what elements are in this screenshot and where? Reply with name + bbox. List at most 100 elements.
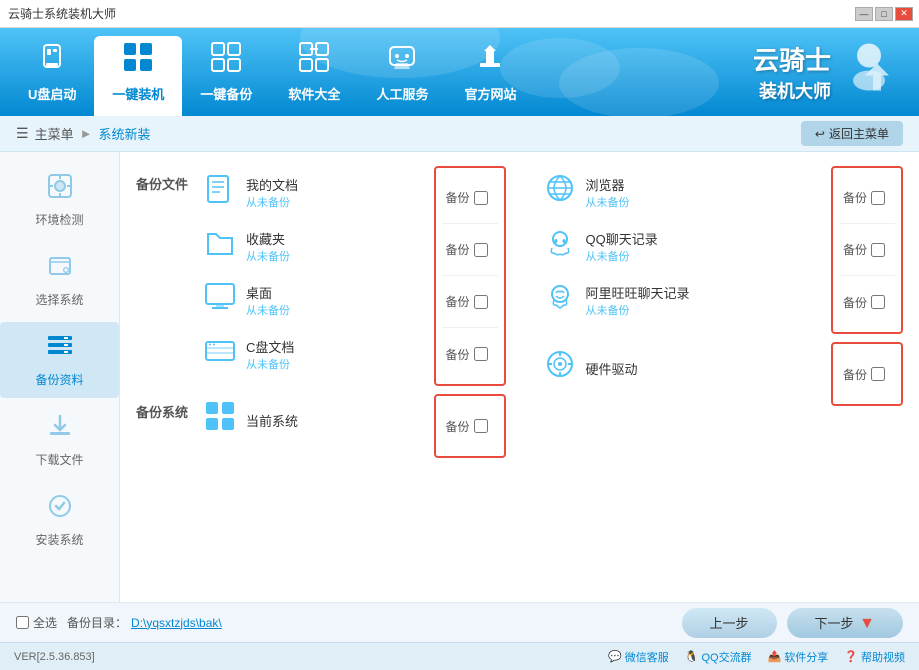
mydocs-icon bbox=[202, 172, 238, 212]
sidebar-item-select[interactable]: 选择系统 bbox=[0, 242, 119, 318]
qq-info: QQ聊天记录 从未备份 bbox=[586, 229, 666, 264]
checkbox-driver[interactable] bbox=[871, 367, 885, 381]
cdocs-name: C盘文档 bbox=[246, 337, 326, 356]
backup-files-label: 备份文件 bbox=[136, 166, 188, 193]
aliww-info: 阿里旺旺聊天记录 从未备份 bbox=[586, 283, 690, 318]
checkbox-aliww[interactable] bbox=[871, 295, 885, 309]
backup-dir-link[interactable]: D:\yqsxtzjds\bak\ bbox=[131, 616, 222, 630]
backup-dir-info: 备份目录： D:\yqsxtzjds\bak\ bbox=[67, 614, 222, 631]
mydocs-status: 从未备份 bbox=[246, 194, 326, 210]
back-icon: ↩ bbox=[815, 127, 825, 141]
nav-item-software[interactable]: 软件大全 bbox=[270, 28, 358, 116]
backup-check-favorites: 备份 bbox=[442, 224, 498, 276]
nav-label-onekey-install: 一键装机 bbox=[112, 84, 164, 103]
help-icon: ❓ bbox=[844, 650, 858, 663]
nav-bar: U盘启动 一键装机 一键备份 bbox=[0, 28, 919, 116]
list-item-desktop: 桌面 从未备份 bbox=[194, 274, 427, 326]
footer-bar: 全选 备份目录： D:\yqsxtzjds\bak\ 上一步 下一步 ▼ bbox=[0, 602, 919, 642]
footer-buttons: 上一步 下一步 ▼ bbox=[682, 608, 904, 638]
checkbox-cdocs[interactable] bbox=[474, 347, 488, 361]
backup-check-mydocs: 备份 bbox=[442, 172, 498, 224]
currentsys-name: 当前系统 bbox=[246, 411, 326, 430]
share-icon: 📤 bbox=[768, 650, 782, 663]
sidebar-item-env[interactable]: 环境检测 bbox=[0, 162, 119, 238]
nav-label-website: 官方网站 bbox=[464, 84, 516, 103]
checkbox-currentsys[interactable] bbox=[474, 419, 488, 433]
backup-check-browser: 备份 bbox=[839, 172, 895, 224]
sidebar-item-install[interactable]: 安装系统 bbox=[0, 482, 119, 558]
website-icon bbox=[474, 41, 506, 78]
prev-button[interactable]: 上一步 bbox=[682, 608, 777, 638]
nav-item-service[interactable]: 人工服务 bbox=[358, 28, 446, 116]
brand-text: 云骑士 装机大师 bbox=[753, 41, 831, 104]
checkbox-qq[interactable] bbox=[871, 243, 885, 257]
select-all-checkbox[interactable] bbox=[16, 616, 29, 629]
driver-info: 硬件驱动 bbox=[586, 359, 666, 378]
nav-label-onekey-backup: 一键备份 bbox=[200, 84, 252, 103]
status-link-qq-group[interactable]: 🐧 QQ交流群 bbox=[685, 649, 752, 665]
version-text: VER[2.5.36.853] bbox=[14, 651, 95, 663]
cdocs-info: C盘文档 从未备份 bbox=[246, 337, 326, 372]
window-controls: — □ ✕ bbox=[855, 7, 913, 21]
backup-system-label: 备份系统 bbox=[136, 394, 188, 421]
favorites-status: 从未备份 bbox=[246, 248, 326, 264]
content-area: 备份文件 我的文档 bbox=[120, 152, 919, 602]
desktop-status: 从未备份 bbox=[246, 302, 326, 318]
aliww-name: 阿里旺旺聊天记录 bbox=[586, 283, 690, 302]
checkbox-mydocs[interactable] bbox=[474, 191, 488, 205]
sidebar-item-backup[interactable]: 备份资料 bbox=[0, 322, 119, 398]
breadcrumb-current: 系统新装 bbox=[98, 124, 150, 143]
brand-logo-icon bbox=[839, 36, 899, 109]
select-all-label[interactable]: 全选 bbox=[16, 614, 57, 631]
env-icon bbox=[46, 172, 74, 207]
status-link-wechat[interactable]: 💬 微信客服 bbox=[608, 649, 669, 665]
nav-label-service: 人工服务 bbox=[376, 84, 428, 103]
browser-name: 浏览器 bbox=[586, 175, 666, 194]
status-link-help[interactable]: ❓ 帮助视频 bbox=[844, 649, 905, 665]
nav-item-website[interactable]: 官方网站 bbox=[446, 28, 534, 116]
select-icon bbox=[46, 252, 74, 287]
mydocs-name: 我的文档 bbox=[246, 175, 326, 194]
list-item-favorites: 收藏夹 从未备份 bbox=[194, 220, 427, 272]
breadcrumb-bar: ☰ 主菜单 ► 系统新装 ↩ 返回主菜单 bbox=[0, 116, 919, 152]
checkbox-browser[interactable] bbox=[871, 191, 885, 205]
sidebar-item-download[interactable]: 下载文件 bbox=[0, 402, 119, 478]
nav-item-onekey-install[interactable]: 一键装机 bbox=[94, 36, 182, 116]
nav-item-usb[interactable]: U盘启动 bbox=[10, 28, 94, 116]
status-link-share[interactable]: 📤 软件分享 bbox=[768, 649, 829, 665]
breadcrumb-home[interactable]: 主菜单 bbox=[35, 124, 74, 143]
currentsys-icon bbox=[202, 400, 238, 440]
favorites-name: 收藏夹 bbox=[246, 229, 326, 248]
service-icon bbox=[386, 41, 418, 78]
status-bar: VER[2.5.36.853] 💬 微信客服 🐧 QQ交流群 📤 软件分享 ❓ … bbox=[0, 642, 919, 670]
backup-check-qq: 备份 bbox=[839, 224, 895, 276]
close-button[interactable]: ✕ bbox=[895, 7, 913, 21]
app-title: 云骑士系统装机大师 bbox=[8, 5, 911, 22]
minimize-button[interactable]: — bbox=[855, 7, 873, 21]
sidebar-label-select: 选择系统 bbox=[35, 291, 83, 308]
status-links: 💬 微信客服 🐧 QQ交流群 📤 软件分享 ❓ 帮助视频 bbox=[608, 649, 905, 665]
list-item-browser: 浏览器 从未备份 bbox=[534, 166, 826, 218]
wechat-icon: 💬 bbox=[608, 650, 622, 663]
maximize-button[interactable]: □ bbox=[875, 7, 893, 21]
usb-icon bbox=[36, 41, 68, 78]
backup-check-cdocs: 备份 bbox=[442, 328, 498, 380]
list-item-currentsys: 当前系统 bbox=[194, 394, 427, 446]
aliww-status: 从未备份 bbox=[586, 302, 690, 318]
breadcrumb-sep: ► bbox=[80, 126, 93, 141]
mydocs-info: 我的文档 从未备份 bbox=[246, 175, 326, 210]
nav-item-onekey-backup[interactable]: 一键备份 bbox=[182, 28, 270, 116]
list-item-qq: QQ聊天记录 从未备份 bbox=[534, 220, 826, 272]
favorites-icon bbox=[202, 226, 238, 266]
currentsys-info: 当前系统 bbox=[246, 411, 326, 430]
list-item-mydocs: 我的文档 从未备份 bbox=[194, 166, 427, 218]
main-area: 环境检测 选择系统 bbox=[0, 152, 919, 602]
desktop-name: 桌面 bbox=[246, 283, 326, 302]
qq-name: QQ聊天记录 bbox=[586, 229, 666, 248]
browser-info: 浏览器 从未备份 bbox=[586, 175, 666, 210]
backup-system-checkbox: 备份 bbox=[434, 394, 506, 458]
checkbox-favorites[interactable] bbox=[474, 243, 488, 257]
checkbox-desktop[interactable] bbox=[474, 295, 488, 309]
next-button[interactable]: 下一步 ▼ bbox=[787, 608, 903, 638]
back-button[interactable]: ↩ 返回主菜单 bbox=[801, 121, 903, 146]
